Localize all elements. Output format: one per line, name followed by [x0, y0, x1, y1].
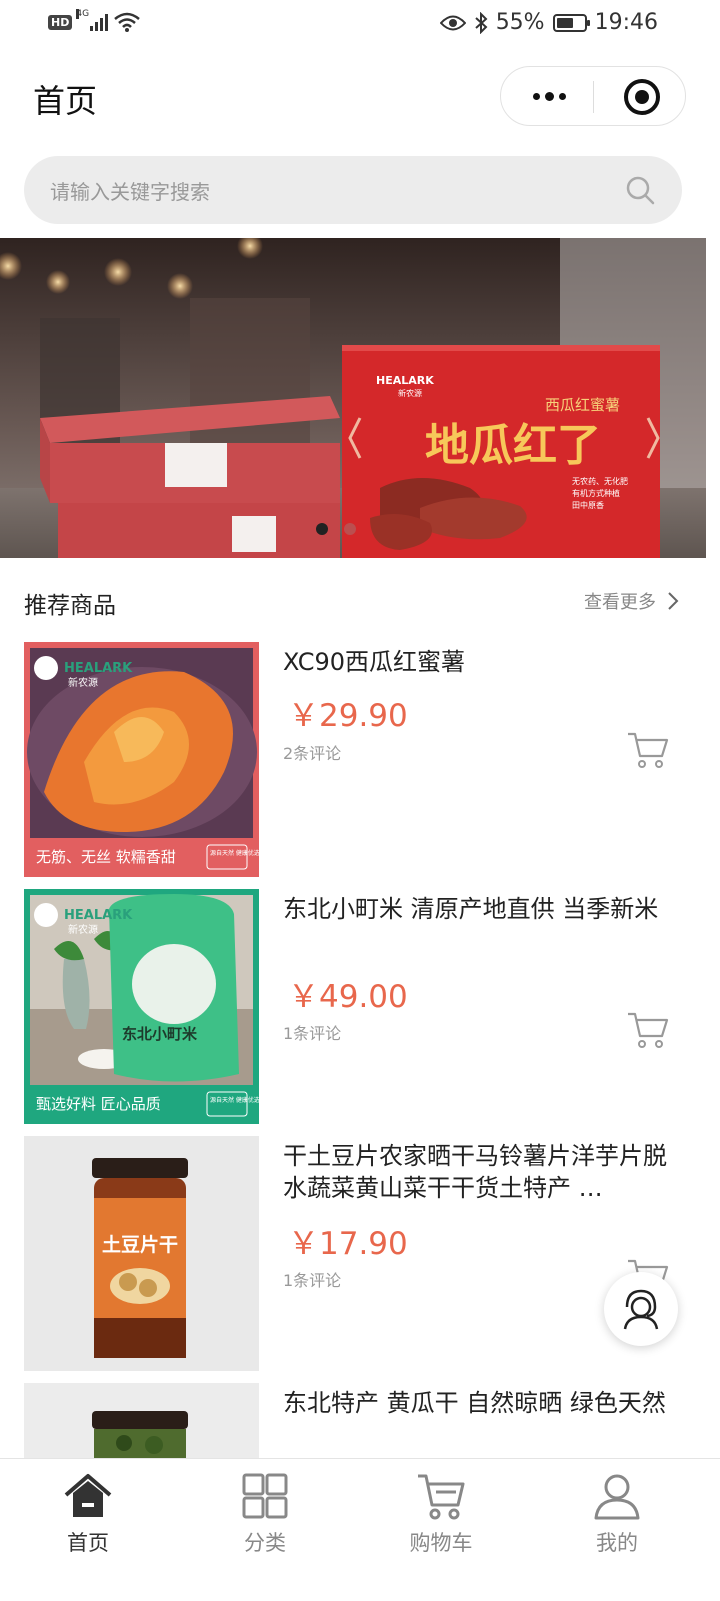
- clock: 19:46: [594, 10, 658, 35]
- capsule-divider: [593, 81, 594, 113]
- product-thumbnail[interactable]: HEALARK 新农源 无筋、无丝 软糯香甜 源自天然 健康优选: [24, 642, 259, 877]
- search-input[interactable]: 请输入关键字搜索: [50, 176, 210, 205]
- thumb-caption: 无筋、无丝 软糯香甜: [36, 848, 176, 866]
- thumb-brand: HEALARK: [64, 908, 133, 923]
- banner-image: HEALARK 新农源 西瓜红蜜薯 地瓜红了 无农药、无化肥 有机方式种植 田中…: [0, 238, 706, 558]
- bag-text: 东北小町米: [122, 1025, 198, 1043]
- banner-box-title: 地瓜红了: [425, 420, 601, 471]
- grid-icon: [242, 1473, 288, 1519]
- nav-bar: 首页: [0, 58, 720, 136]
- product-price: ￥29.90: [288, 698, 408, 734]
- banner-tagline-3: 田中原香: [572, 500, 604, 510]
- add-to-cart-icon[interactable]: [626, 730, 670, 770]
- tab-home[interactable]: 首页: [28, 1471, 148, 1561]
- tab-bar: 首页 分类 购物车 我的: [0, 1458, 720, 1601]
- product-thumbnail[interactable]: 土豆片干: [24, 1136, 259, 1371]
- hd-indicator: HD: [48, 14, 73, 30]
- jar-label: 土豆片干: [102, 1233, 178, 1256]
- chevron-right-icon: [668, 592, 679, 610]
- banner-subtitle: 西瓜红蜜薯: [545, 396, 620, 414]
- recommend-header: 推荐商品 查看更多: [0, 570, 720, 630]
- battery-icon: [552, 13, 590, 32]
- eye-icon: [439, 15, 466, 30]
- product-card[interactable]: 东北小町米 HEALARK 新农源 甄选好料 匠心品质 源自天然 健康优选 东北…: [0, 889, 720, 1125]
- product-reviews: 1条评论: [283, 1271, 342, 1290]
- signal-icon: 4G: [76, 9, 109, 31]
- home-icon: [64, 1474, 112, 1517]
- thumb-badge: 源自天然 健康优选: [210, 1096, 259, 1104]
- search-icon[interactable]: [624, 174, 656, 206]
- tab-label: 我的: [596, 1531, 638, 1555]
- product-title[interactable]: 东北特产 黄瓜干 自然晾晒 绿色天然: [283, 1387, 673, 1419]
- view-more-link[interactable]: 查看更多: [584, 588, 680, 614]
- tab-label: 分类: [244, 1531, 286, 1555]
- customer-service-button[interactable]: [604, 1272, 678, 1346]
- product-thumbnail[interactable]: 东北小町米 HEALARK 新农源 甄选好料 匠心品质 源自天然 健康优选: [24, 889, 259, 1124]
- carousel-dot: [344, 523, 356, 535]
- page-title: 首页: [33, 82, 98, 120]
- banner-tagline-1: 无农药、无化肥: [572, 476, 628, 486]
- search-bar[interactable]: 请输入关键字搜索: [24, 156, 682, 224]
- product-reviews: 2条评论: [283, 744, 342, 763]
- product-title[interactable]: 干土豆片农家晒干马铃薯片洋芋片脱水蔬菜黄山菜干干货土特产 …: [283, 1140, 673, 1204]
- tab-label: 首页: [67, 1531, 109, 1555]
- product-reviews: 1条评论: [283, 1024, 342, 1043]
- product-title[interactable]: XC90西瓜红蜜薯: [283, 646, 673, 678]
- tab-mine[interactable]: 我的: [557, 1471, 677, 1561]
- more-options-button[interactable]: [527, 67, 571, 125]
- thumb-caption: 甄选好料 匠心品质: [36, 1095, 161, 1113]
- banner-brand: HEALARK: [376, 374, 434, 387]
- product-thumbnail[interactable]: [24, 1383, 259, 1458]
- wifi-icon: [114, 12, 141, 32]
- view-more-label: 查看更多: [584, 592, 656, 613]
- add-to-cart-icon[interactable]: [626, 1010, 670, 1050]
- product-card[interactable]: 土豆片干 干土豆片农家晒干马铃薯片洋芋片脱水蔬菜黄山菜干干货土特产 … ￥17.…: [0, 1136, 720, 1372]
- banner-tagline-2: 有机方式种植: [572, 488, 620, 498]
- carousel-dot-active: [316, 523, 328, 535]
- thumb-brand-cn: 新农源: [68, 676, 98, 689]
- battery-percent: 55%: [495, 10, 545, 35]
- status-right: 55% 19:46: [439, 10, 658, 35]
- thumb-badge: 源自天然 健康优选: [210, 849, 259, 857]
- user-icon: [594, 1474, 640, 1520]
- product-card[interactable]: 东北特产 黄瓜干 自然晾晒 绿色天然: [0, 1383, 720, 1458]
- close-mini-program-button[interactable]: [624, 79, 660, 115]
- headset-icon: [623, 1289, 659, 1330]
- section-title: 推荐商品: [24, 593, 116, 619]
- thumb-brand: HEALARK: [64, 661, 133, 676]
- tab-category[interactable]: 分类: [205, 1471, 325, 1561]
- product-card[interactable]: HEALARK 新农源 无筋、无丝 软糯香甜 源自天然 健康优选 XC90西瓜红…: [0, 642, 720, 878]
- product-price: ￥49.00: [288, 979, 408, 1015]
- product-price: ￥17.90: [288, 1226, 408, 1262]
- banner-carousel[interactable]: HEALARK 新农源 西瓜红蜜薯 地瓜红了 无农药、无化肥 有机方式种植 田中…: [0, 238, 706, 558]
- bluetooth-icon: [475, 11, 488, 34]
- banner-brand-cn: 新农源: [398, 388, 422, 398]
- cart-icon: [418, 1474, 465, 1520]
- status-left: HD 4G: [48, 9, 141, 32]
- status-bar: HD 4G 55% 19:46: [0, 0, 720, 50]
- network-type: 4G: [76, 9, 90, 19]
- tab-cart[interactable]: 购物车: [381, 1471, 501, 1561]
- thumb-brand-cn: 新农源: [68, 923, 98, 936]
- tab-label: 购物车: [409, 1531, 473, 1555]
- mini-program-capsule: [500, 66, 686, 126]
- product-title[interactable]: 东北小町米 清原产地直供 当季新米: [283, 893, 673, 925]
